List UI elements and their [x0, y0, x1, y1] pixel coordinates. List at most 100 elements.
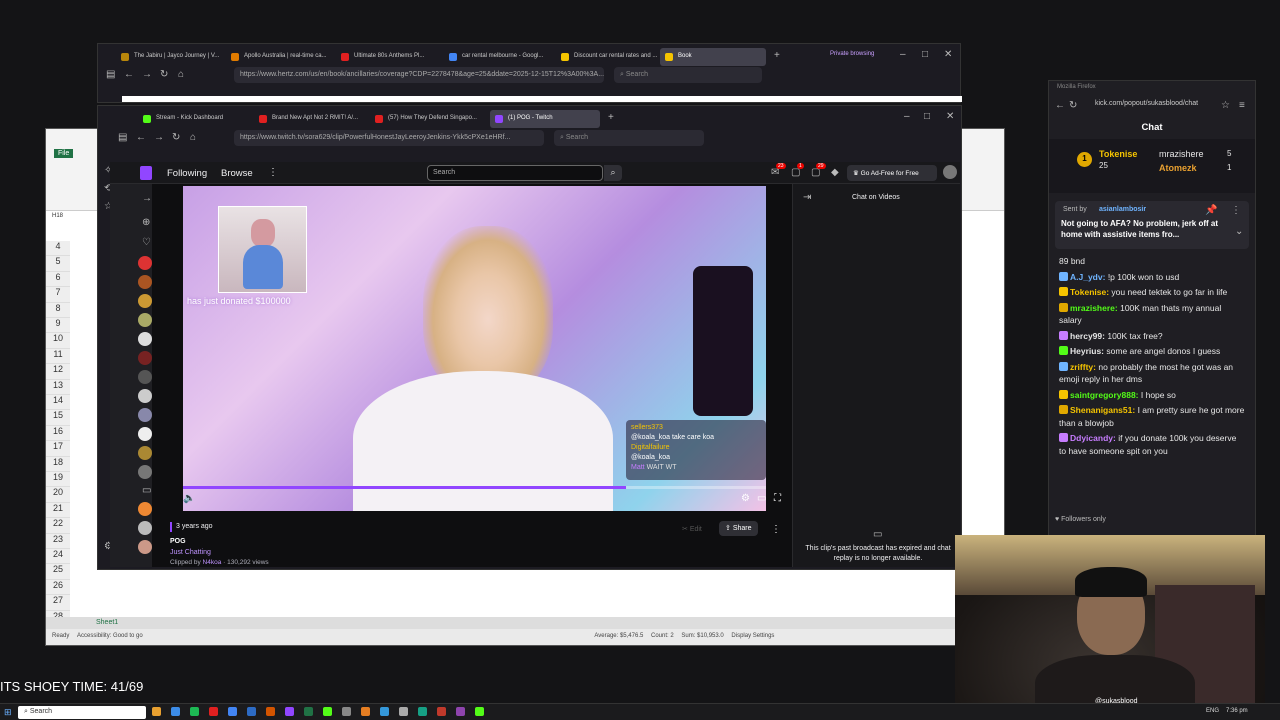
share-button[interactable]: ⇪ Share: [719, 521, 758, 536]
taskbar-app-icon[interactable]: [456, 707, 465, 716]
forward-icon[interactable]: →: [142, 70, 152, 80]
back-icon[interactable]: ←: [124, 70, 134, 80]
excel-row-header[interactable]: 25: [46, 564, 70, 580]
chat-message[interactable]: zriffty: no probably the most he got was…: [1049, 361, 1255, 386]
excel-row-header[interactable]: 21: [46, 502, 70, 519]
status-accessibility[interactable]: Accessibility: Good to go: [77, 633, 143, 639]
chat-message[interactable]: A.J_ydv: !p 100k won to usd: [1049, 271, 1255, 284]
excel-row-header[interactable]: 19: [46, 472, 70, 488]
nav-following[interactable]: Following: [167, 168, 207, 179]
chat-username[interactable]: mrazishere:: [1070, 303, 1118, 313]
channel-avatar[interactable]: [138, 502, 152, 516]
minimize-icon[interactable]: –: [900, 50, 906, 60]
url-bar[interactable]: https://www.hertz.com/us/en/book/ancilla…: [234, 67, 604, 83]
home-icon[interactable]: ⌂: [190, 133, 196, 143]
windows-start-icon[interactable]: ⊞: [4, 707, 12, 718]
browser-tab[interactable]: The Jabiru | Jayco Journey | V...: [116, 48, 226, 66]
whispers-icon[interactable]: ▢: [791, 168, 800, 178]
channel-avatar[interactable]: [138, 275, 152, 289]
search-bar[interactable]: ⌕ Search: [554, 130, 704, 146]
maximize-icon[interactable]: □: [924, 112, 930, 122]
excel-row-header[interactable]: 8: [46, 302, 70, 318]
home-icon[interactable]: ⌂: [178, 70, 184, 80]
channel-avatar[interactable]: [138, 446, 152, 460]
taskbar-app-icon[interactable]: [209, 707, 218, 716]
volume-icon[interactable]: 🔈: [183, 494, 195, 504]
back-icon[interactable]: ←: [136, 133, 146, 143]
chat-message[interactable]: Heyrius: some are angel donos I guess: [1049, 345, 1255, 358]
collapse-chat-icon[interactable]: ⇥: [803, 193, 811, 203]
taskbar-app-icon[interactable]: [304, 707, 313, 716]
twitch-logo-icon[interactable]: [140, 166, 152, 180]
theatre-mode-icon[interactable]: ▭: [757, 494, 766, 504]
chat-username[interactable]: saintgregory888:: [1070, 390, 1139, 400]
go-ad-free-button[interactable]: ♛ Go Ad-Free for Free: [847, 165, 937, 181]
reload-icon[interactable]: ↻: [160, 70, 168, 80]
taskbar-app-icon[interactable]: [399, 707, 408, 716]
chat-username[interactable]: zriffty:: [1070, 362, 1096, 372]
excel-row-header[interactable]: 17: [46, 441, 70, 457]
nav-browse[interactable]: Browse: [221, 168, 253, 179]
taskbar-app-icon[interactable]: [475, 707, 484, 716]
twitch-search-input[interactable]: Search: [427, 165, 603, 181]
channel-avatar[interactable]: [138, 256, 152, 270]
excel-row-header[interactable]: 13: [46, 379, 70, 395]
browser-tab[interactable]: Apollo Australia | real-time ca...: [226, 48, 336, 66]
chevron-down-icon[interactable]: ⌄: [1235, 227, 1243, 237]
excel-row-header[interactable]: 4: [46, 241, 70, 257]
forward-icon[interactable]: →: [154, 133, 164, 143]
twitch-search-button[interactable]: ⌕: [604, 165, 622, 181]
excel-row-header[interactable]: 15: [46, 410, 70, 426]
notifications-icon[interactable]: ▢: [811, 168, 820, 178]
taskbar-app-icon[interactable]: [323, 707, 332, 716]
chat-message[interactable]: mrazishere: 100K man thats my annual sal…: [1049, 302, 1255, 327]
excel-row-header[interactable]: 7: [46, 287, 70, 303]
more-options-icon[interactable]: ⋮: [1231, 206, 1241, 216]
channel-avatar[interactable]: [138, 408, 152, 422]
excel-row-header[interactable]: 24: [46, 549, 70, 565]
taskbar-app-icon[interactable]: [266, 707, 275, 716]
status-display-settings[interactable]: Display Settings: [731, 633, 774, 639]
excel-row-header[interactable]: 12: [46, 364, 70, 380]
channel-avatar[interactable]: [138, 427, 152, 441]
browser-tab[interactable]: car rental melbourne - Googl...: [444, 48, 556, 66]
video-icon[interactable]: ▭: [142, 486, 151, 496]
search-bar[interactable]: ⌕ Search: [614, 67, 762, 83]
chat-username[interactable]: Shenanigans51:: [1070, 405, 1135, 415]
browser-tab[interactable]: Brand New Apt Not 2 RMIT! A/...: [254, 110, 366, 128]
collapse-arrow-icon[interactable]: →: [142, 194, 152, 204]
chat-username[interactable]: Heyrius:: [1070, 346, 1104, 356]
excel-row-header[interactable]: 16: [46, 425, 70, 442]
browser-tab-active[interactable]: (1) POG - Twitch: [490, 110, 600, 128]
browser-tab[interactable]: Stream - Kick Dashboard: [138, 110, 250, 128]
chat-username[interactable]: Ddyicandy:: [1070, 433, 1116, 443]
edit-button[interactable]: ✂ Edit: [682, 525, 702, 533]
chat-message[interactable]: 89 bnd: [1049, 255, 1255, 268]
taskbar-app-icon[interactable]: [171, 707, 180, 716]
excel-row-header[interactable]: 22: [46, 518, 70, 534]
avatar[interactable]: [943, 165, 957, 179]
bits-icon[interactable]: ◆: [831, 168, 839, 178]
more-options-icon[interactable]: ⋮: [268, 168, 278, 178]
browser-tab[interactable]: (57) How They Defend Singapo...: [370, 110, 482, 128]
chat-message[interactable]: hercy99: 100K tax free?: [1049, 330, 1255, 343]
inbox-icon[interactable]: ✉: [771, 168, 779, 178]
url-bar[interactable]: https://www.twitch.tv/sora629/clip/Power…: [234, 130, 544, 146]
sidebar-toggle-icon[interactable]: ▤: [118, 133, 127, 143]
sheet-tab[interactable]: Sheet1: [96, 619, 118, 626]
close-icon[interactable]: ✕: [946, 112, 954, 122]
excel-row-header[interactable]: 23: [46, 533, 70, 549]
taskbar-app-icon[interactable]: [361, 707, 370, 716]
excel-row-header[interactable]: 5: [46, 256, 70, 272]
taskbar-app-icon[interactable]: [285, 707, 294, 716]
excel-file-tab[interactable]: File: [54, 149, 74, 158]
chat-username[interactable]: hercy99:: [1070, 331, 1105, 341]
chat-message[interactable]: Shenanigans51: I am pretty sure he got m…: [1049, 404, 1255, 429]
taskbar-app-icon[interactable]: [437, 707, 446, 716]
channel-avatar[interactable]: [138, 313, 152, 327]
bookmark-star-icon[interactable]: ☆: [1221, 101, 1230, 111]
channel-avatar[interactable]: [138, 389, 152, 403]
taskbar-search[interactable]: ⌕ Search: [18, 706, 146, 719]
channel-avatar[interactable]: [138, 351, 152, 365]
menu-icon[interactable]: ≡: [1239, 101, 1245, 111]
